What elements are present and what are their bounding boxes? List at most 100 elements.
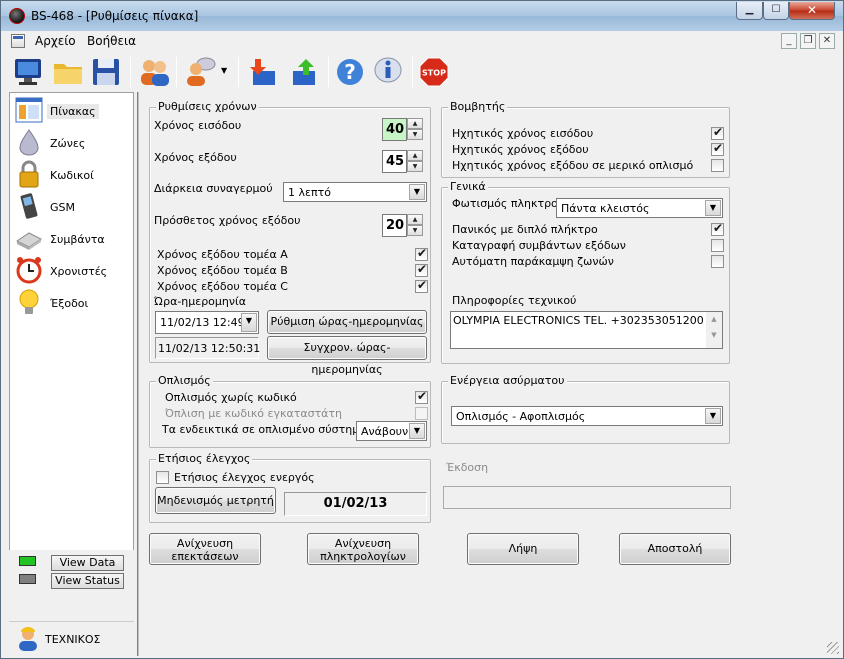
upload-arrow-icon [293,59,315,85]
scroll-down-icon[interactable]: ▼ [706,331,722,339]
keypad-light-select[interactable]: Πάντα κλειστός ▼ [556,198,723,218]
zones-icon [19,129,39,156]
buzzer-partial-checkbox[interactable] [711,159,724,172]
alarm-clock-icon [16,257,42,284]
spin-down-icon[interactable]: ▼ [407,225,423,236]
maximize-button[interactable]: ☐ [763,2,789,20]
buzzer-exit-label: Ηχητικός χρόνος εξόδου [452,143,589,156]
nav-item-zones[interactable]: Ζώνες [12,127,132,157]
keypad-light-value: Πάντα κλειστός [561,202,650,215]
nav-item-label: Χρονιστές [50,265,108,278]
user-talk-button[interactable] [183,55,217,89]
menu-file[interactable]: Αρχείο [35,34,76,48]
panic-double-key-checkbox[interactable] [711,221,724,236]
spin-up-icon[interactable]: ▲ [407,150,423,161]
spin-down-icon[interactable]: ▼ [407,161,423,172]
sync-datetime-button[interactable]: Συγχρον. ώρας-ημερομηνίας [267,336,427,376]
extra-exit-time-spin-arrows[interactable]: ▲ ▼ [407,214,423,237]
spin-down-icon[interactable]: ▼ [407,129,423,140]
scroll-up-icon[interactable]: ▲ [706,315,722,323]
upload-button[interactable] [287,55,321,89]
menu-help[interactable]: Βοήθεια [87,34,136,48]
arm-without-code-checkbox[interactable] [415,389,428,404]
panel-splitter[interactable] [137,92,139,656]
receive-button[interactable]: Λήψη [467,533,579,565]
chevron-down-icon[interactable]: ▼ [409,184,425,200]
mdi-close-button[interactable]: ✕ [819,33,835,49]
send-button[interactable]: Αποστολή [619,533,731,565]
technician-info-textarea[interactable]: OLYMPIA ELECTRONICS TEL. +302353051200 ▲… [450,311,723,349]
armed-indicators-select[interactable]: Ανάβουν ▼ [356,421,427,441]
mdi-minimize-button[interactable]: _ [781,33,797,49]
minimize-button[interactable]: ▁ [736,2,763,20]
extra-exit-time-spinner[interactable]: 20 ▲ ▼ [382,214,423,237]
chevron-down-icon[interactable]: ▼ [705,408,721,424]
scan-extensions-label-line2: επεκτάσεων [171,550,239,563]
buzzer-entry-label: Ηχητικός χρόνος εισόδου [452,127,594,140]
annual-check-active-checkbox[interactable] [156,471,169,484]
exit-time-spin-arrows[interactable]: ▲ ▼ [407,150,423,173]
entry-time-spinner[interactable]: 40 ▲ ▼ [382,118,423,141]
wireless-action-group-title: Ενέργεια ασύρματου [448,374,567,387]
sector-a-exit-checkbox[interactable] [415,246,428,261]
nav-item-codes[interactable]: Κωδικοί [12,159,132,189]
open-folder-button[interactable] [51,55,85,89]
sector-c-exit-checkbox[interactable] [415,278,428,293]
title-bar[interactable]: BS-468 - [Ρυθμίσεις πίνακα] ▁ ☐ ✕ [1,1,843,31]
help-question-icon: ? [337,59,363,85]
buzzer-partial-label: Ηχητικός χρόνος εξόδου σε μερικό οπλισμό [452,159,694,172]
entry-time-label: Χρόνος εισόδου [154,119,242,132]
alarm-duration-select[interactable]: 1 λεπτό ▼ [283,182,427,202]
chevron-down-icon[interactable]: ▼ [705,200,721,216]
panel-settings-form: Ρυθμίσεις χρόνων Χρόνος εισόδου 40 ▲ ▼ Χρ… [141,92,837,656]
user-dropdown-arrow-icon[interactable]: ▼ [221,66,227,75]
mdi-window-icon[interactable] [11,34,25,48]
view-data-button[interactable]: View Data [51,555,124,571]
info-icon [374,57,402,83]
timers-group: Ρυθμίσεις χρόνων Χρόνος εισόδου 40 ▲ ▼ Χρ… [149,100,431,376]
stop-button[interactable]: STOP [417,55,451,89]
info-button[interactable] [371,55,405,89]
annual-check-group: Ετήσιος έλεγχος Ετήσιος έλεγχος ενεργός … [149,452,431,523]
main-window: BS-468 - [Ρυθμίσεις πίνακα] ▁ ☐ ✕ Αρχείο… [0,0,844,659]
nav-item-outputs[interactable]: Έξοδοι [12,287,132,317]
download-button[interactable] [247,55,281,89]
exit-time-spinner[interactable]: 45 ▲ ▼ [382,150,423,173]
toolbar-separator [130,57,131,87]
nav-item-label: Κωδικοί [50,169,94,182]
chevron-down-icon[interactable]: ▼ [409,423,425,439]
mdi-restore-button[interactable]: ❐ [800,33,816,49]
wireless-action-select[interactable]: Οπλισμός - Αφοπλισμός ▼ [451,406,723,426]
nav-item-events[interactable]: Συμβάντα [12,223,132,253]
users-button[interactable] [137,55,171,89]
buzzer-group: Βομβητής Ηχητικός χρόνος εισόδου Ηχητικό… [441,100,730,178]
textarea-scrollbar[interactable]: ▲ ▼ [706,312,722,348]
buzzer-exit-checkbox[interactable] [711,141,724,156]
sector-b-exit-checkbox[interactable] [415,262,428,277]
buzzer-entry-checkbox[interactable] [711,125,724,140]
chevron-down-icon[interactable]: ▼ [241,313,257,332]
scan-extensions-button[interactable]: Ανίχνευση επεκτάσεων [149,533,261,565]
log-exit-events-checkbox[interactable] [711,239,724,252]
nav-item-panel[interactable]: Πίνακας [12,95,132,125]
datetime-picker[interactable]: 11/02/13 12:49 ▼ [155,311,259,334]
reset-counter-button[interactable]: Μηδενισμός μετρητή [155,487,276,514]
scan-keypads-button[interactable]: Ανίχνευση πληκτρολογίων [307,533,419,565]
spin-up-icon[interactable]: ▲ [407,214,423,225]
set-datetime-button[interactable]: Ρύθμιση ώρας-ημερομηνίας [267,310,427,334]
save-button[interactable] [89,55,123,89]
datetime-label: Ώρα-ημερομηνία [154,295,247,308]
monitor-button[interactable] [11,55,45,89]
scan-keypads-label-line1: Ανίχνευση [334,537,392,550]
resize-grip-icon[interactable] [827,642,839,654]
spin-up-icon[interactable]: ▲ [407,118,423,129]
arm-installer-code-label: Όπλιση με κωδικό εγκαταστάτη [165,407,343,420]
nav-item-timers[interactable]: Χρονιστές [12,255,132,285]
auto-bypass-zones-checkbox[interactable] [711,255,724,268]
view-status-button[interactable]: View Status [51,573,124,589]
help-button[interactable]: ? [333,55,367,89]
close-button[interactable]: ✕ [789,2,835,20]
nav-item-gsm[interactable]: GSM [12,191,132,221]
technician-info-label: Πληροφορίες τεχνικού [452,294,577,307]
entry-time-spin-arrows[interactable]: ▲ ▼ [407,118,423,141]
